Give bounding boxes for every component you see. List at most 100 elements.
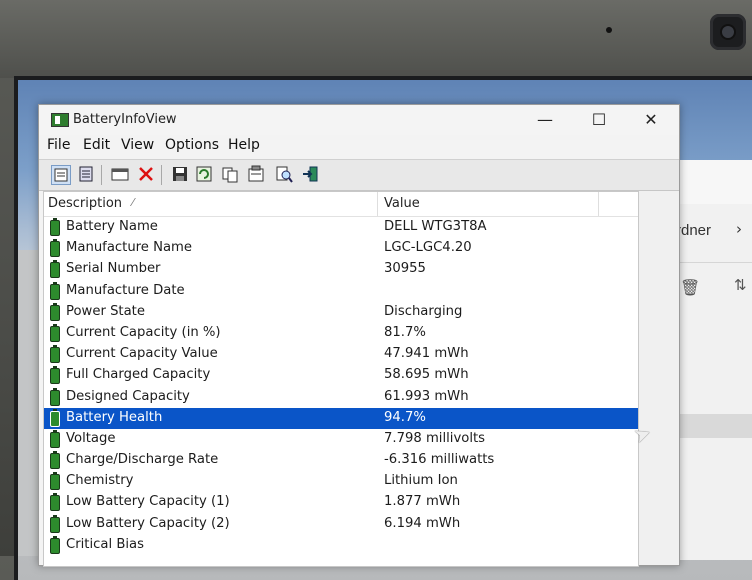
table-row[interactable]: Manufacture Date — [44, 281, 638, 302]
battery-icon — [50, 535, 60, 554]
toolbar-separator — [101, 165, 102, 185]
battery-icon — [50, 451, 60, 470]
exit-icon[interactable] — [301, 165, 319, 183]
battery-icon — [50, 514, 60, 533]
table-row[interactable]: Low Battery Capacity (1) 1.877 mWh — [44, 492, 638, 513]
delete-icon[interactable] — [137, 165, 155, 183]
row-description: Critical Bias — [66, 536, 144, 552]
row-description: Battery Name — [66, 219, 158, 234]
column-header-value[interactable]: Value — [384, 196, 420, 211]
column-divider[interactable] — [598, 192, 599, 216]
copy-icon[interactable] — [221, 165, 239, 183]
row-description: Designed Capacity — [66, 388, 190, 404]
close-button[interactable]: ✕ — [631, 109, 671, 131]
properties-icon[interactable] — [51, 165, 71, 185]
battery-info-list[interactable]: Description ⁄ Value Battery Name DELL WTG… — [43, 191, 639, 567]
battery-icon — [50, 366, 60, 385]
row-value: Lithium Ion — [384, 473, 458, 489]
column-divider[interactable] — [377, 192, 378, 216]
battery-icon — [50, 387, 60, 406]
table-row[interactable]: Battery Name DELL WTG3T8A — [44, 217, 638, 238]
window-title: BatteryInfoView — [73, 112, 177, 127]
battery-icon — [50, 281, 60, 300]
row-value: 30955 — [384, 261, 426, 277]
toolbar — [39, 159, 679, 191]
sort-icon[interactable]: ⇅ — [734, 276, 747, 294]
row-value: 58.695 mWh — [384, 367, 469, 383]
menu-options[interactable]: Options — [165, 137, 219, 153]
explorer-top — [676, 160, 752, 204]
table-row[interactable]: Power State Discharging — [44, 302, 638, 323]
menu-view[interactable]: View — [121, 137, 154, 153]
report-icon[interactable] — [77, 165, 95, 183]
battery-icon — [50, 345, 60, 364]
table-row[interactable]: Low Battery Capacity (2) 6.194 mWh — [44, 514, 638, 535]
battery-icon — [50, 239, 60, 258]
row-description: Power State — [66, 303, 145, 319]
menu-help[interactable]: Help — [228, 137, 260, 153]
row-value: 6.194 mWh — [384, 515, 461, 531]
laptop-bezel — [0, 0, 752, 78]
explorer-path-text[interactable]: rdner — [676, 222, 711, 239]
row-description: Low Battery Capacity (1) — [66, 494, 230, 510]
table-row[interactable]: Full Charged Capacity 58.695 mWh — [44, 365, 638, 386]
battery-icon — [50, 323, 60, 342]
row-description: Voltage — [66, 430, 116, 446]
row-value: 47.941 mWh — [384, 346, 469, 362]
row-description: Manufacture Name — [66, 240, 193, 256]
table-row[interactable]: Chemistry Lithium Ion — [44, 471, 638, 492]
batteryinfoview-window: BatteryInfoView — ☐ ✕ File Edit View Opt… — [38, 104, 680, 567]
row-description: Low Battery Capacity (2) — [66, 515, 230, 531]
table-row[interactable]: Current Capacity Value 47.941 mWh — [44, 344, 638, 365]
save-icon[interactable] — [171, 165, 189, 183]
row-description: Current Capacity Value — [66, 346, 218, 362]
table-row[interactable]: Battery Health 94.7% — [44, 407, 638, 429]
row-value: DELL WTG3T8A — [384, 219, 487, 234]
row-value: 81.7% — [384, 324, 426, 340]
background-window-edge — [18, 250, 40, 556]
table-row[interactable]: Serial Number 30955 — [44, 259, 638, 280]
row-value: 94.7% — [384, 409, 426, 425]
row-value: 1.877 mWh — [384, 494, 461, 510]
webcam-icon — [710, 14, 746, 50]
battery-icon — [50, 260, 60, 279]
battery-icon — [50, 429, 60, 448]
maximize-button[interactable]: ☐ — [579, 109, 619, 131]
row-value: 7.798 millivolts — [384, 430, 486, 446]
table-row[interactable]: Designed Capacity 61.993 mWh — [44, 387, 638, 408]
table-row[interactable]: Voltage 7.798 millivolts — [44, 429, 638, 450]
battery-icon — [50, 472, 60, 491]
window-right-panel — [639, 191, 679, 565]
battery-icon — [50, 408, 60, 427]
find-icon[interactable] — [275, 165, 293, 183]
sensor-dot — [606, 27, 612, 33]
row-description: Serial Number — [66, 261, 161, 277]
menu-bar: File Edit View Options Help — [39, 135, 679, 157]
row-description: Battery Health — [66, 409, 163, 425]
trash-icon[interactable]: 🗑 — [680, 278, 700, 297]
window-icon[interactable] — [111, 165, 129, 183]
column-header-description[interactable]: Description — [48, 196, 122, 211]
row-value: Discharging — [384, 303, 463, 319]
sort-indicator-icon: ⁄ — [132, 196, 134, 209]
toolbar-separator — [161, 165, 162, 185]
menu-file[interactable]: File — [47, 137, 70, 153]
row-value: 61.993 mWh — [384, 388, 469, 404]
chevron-right-icon[interactable]: › — [736, 220, 742, 238]
html-report-icon[interactable] — [247, 165, 265, 183]
refresh-icon[interactable] — [195, 165, 213, 183]
list-header: Description ⁄ Value — [44, 192, 638, 217]
row-value: LGC-LGC4.20 — [384, 240, 472, 256]
table-row[interactable]: Critical Bias — [44, 535, 638, 556]
battery-app-icon — [51, 113, 69, 127]
menu-edit[interactable]: Edit — [83, 137, 110, 153]
table-row[interactable]: Current Capacity (in %) 81.7% — [44, 323, 638, 344]
minimize-button[interactable]: — — [525, 109, 565, 131]
battery-icon — [50, 302, 60, 321]
row-description: Chemistry — [66, 473, 134, 489]
title-bar[interactable]: BatteryInfoView — ☐ ✕ — [39, 105, 679, 135]
table-row[interactable]: Manufacture Name LGC-LGC4.20 — [44, 238, 638, 259]
row-description: Manufacture Date — [66, 282, 185, 298]
row-value: -6.316 milliwatts — [384, 452, 495, 468]
table-row[interactable]: Charge/Discharge Rate -6.316 milliwatts — [44, 450, 638, 471]
